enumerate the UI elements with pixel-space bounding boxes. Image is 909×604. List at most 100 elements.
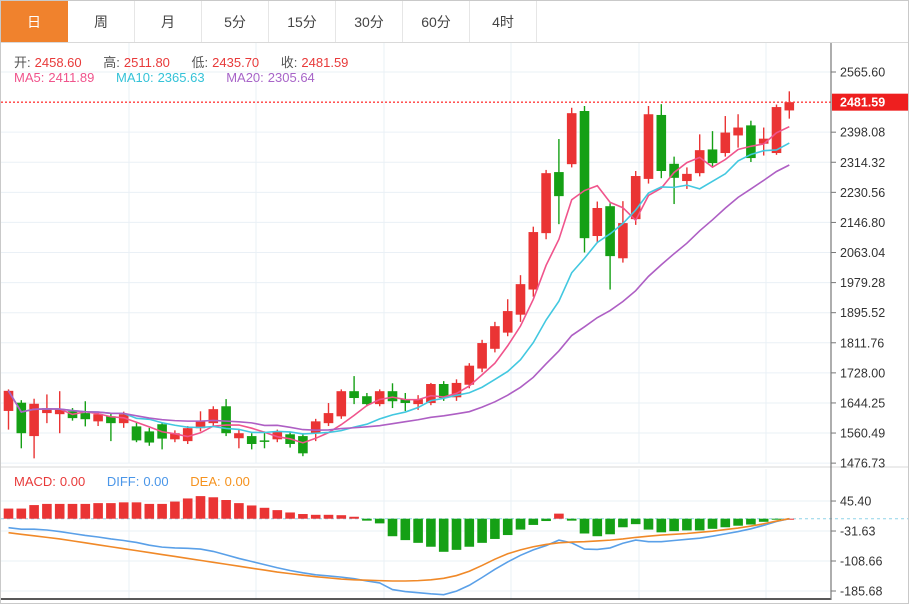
ma10-value: 2365.63 <box>158 70 205 85</box>
axis-tick-label: -31.63 <box>840 525 875 539</box>
candle <box>311 421 321 433</box>
candle <box>644 114 654 179</box>
macd-hist-bar <box>362 519 372 521</box>
axis-tick-label: 2314.32 <box>840 156 885 170</box>
candle <box>375 391 385 404</box>
macd-hist-bar <box>746 519 756 525</box>
candle <box>324 413 334 423</box>
open-value: 2458.60 <box>35 55 82 70</box>
candle <box>260 440 270 442</box>
dea-value: 0.00 <box>225 474 250 489</box>
tab-period-6[interactable]: 30分 <box>336 1 403 42</box>
candle <box>388 391 398 401</box>
macd-hist-bar <box>465 519 475 547</box>
macd-hist-bar <box>759 519 769 522</box>
macd-hist-bar <box>93 503 103 519</box>
candle <box>772 107 782 153</box>
candle <box>554 172 564 196</box>
macd-hist-bar <box>644 519 654 530</box>
candle <box>529 232 539 289</box>
candle <box>567 113 577 164</box>
tab-period-5[interactable]: 15分 <box>269 1 336 42</box>
macd-hist-bar <box>234 503 244 519</box>
macd-hist-bar <box>631 519 641 524</box>
macd-hist-bar <box>29 505 39 519</box>
ma5-line <box>9 127 790 443</box>
ma20-label: MA20: <box>226 70 264 85</box>
candle <box>183 428 193 441</box>
tab-period-3[interactable]: 月 <box>135 1 202 42</box>
close-value: 2481.59 <box>301 55 348 70</box>
ma10-label: MA10: <box>116 70 154 85</box>
macd-hist-bar <box>413 519 423 543</box>
open-label: 开: <box>14 55 31 70</box>
macd-hist-bar <box>157 504 167 519</box>
axis-tick-label: 2230.56 <box>840 186 885 200</box>
axis-tick-label: 2146.80 <box>840 216 885 230</box>
kline-chart-app: 日周月5分15分30分60分4时 开:2458.60 高:2511.80 低:2… <box>0 0 909 604</box>
candle <box>362 396 372 404</box>
diff-value: 0.00 <box>143 474 168 489</box>
tab-period-4[interactable]: 5分 <box>202 1 269 42</box>
macd-hist-bar <box>516 519 526 530</box>
close-label: 收: <box>281 55 298 70</box>
macd-hist-bar <box>439 519 449 552</box>
macd-hist-bar <box>324 515 334 519</box>
ohlc-bar: 开:2458.60 高:2511.80 低:2435.70 收:2481.59 <box>14 52 352 71</box>
candle <box>503 311 513 333</box>
candle <box>247 436 257 444</box>
macd-hist-bar <box>541 519 551 521</box>
high-label: 高: <box>103 55 120 70</box>
candle <box>785 102 795 110</box>
macd-hist-bar <box>490 519 500 539</box>
candle <box>477 343 487 369</box>
macd-hist-bar <box>580 519 590 534</box>
macd-hist-bar <box>311 515 321 519</box>
candle <box>516 284 526 315</box>
macd-hist-bar <box>721 519 731 528</box>
tab-period-7[interactable]: 60分 <box>403 1 470 42</box>
axis-tick-label: 2398.08 <box>840 126 885 140</box>
ma20-line <box>9 165 790 430</box>
tab-period-1[interactable]: 日 <box>1 1 68 42</box>
candle <box>682 174 692 181</box>
macd-hist-bar <box>273 510 283 519</box>
candle <box>490 326 500 349</box>
tab-period-8[interactable]: 4时 <box>470 1 537 42</box>
macd-hist-bar <box>529 519 539 525</box>
axis-tick-label: 1644.25 <box>840 396 885 410</box>
candle <box>337 391 347 416</box>
candle <box>618 223 628 258</box>
macd-hist-bar <box>209 497 219 518</box>
macd-hist-bar <box>247 505 257 518</box>
candle <box>721 133 731 153</box>
macd-hist-bar <box>375 519 385 524</box>
macd-label: MACD: <box>14 474 56 489</box>
candle <box>708 149 718 163</box>
macd-hist-bar <box>298 514 308 519</box>
macd-hist-bar <box>55 504 65 519</box>
axis-tick-label: 1476.73 <box>840 457 885 471</box>
macd-hist-bar <box>68 504 78 519</box>
macd-bar: MACD:0.00 DIFF:0.00 DEA:0.00 <box>14 474 254 489</box>
ma10-line <box>9 143 790 434</box>
tab-period-2[interactable]: 周 <box>68 1 135 42</box>
candle <box>657 115 667 171</box>
low-label: 低: <box>192 55 209 70</box>
macd-hist-bar <box>285 512 295 518</box>
dea-label: DEA: <box>190 474 220 489</box>
ma5-value: 2411.89 <box>48 70 94 85</box>
ma-bar: MA5: 2411.89 MA10: 2365.63 MA20: 2305.64 <box>14 70 319 85</box>
axis-tick-label: 1895.52 <box>840 306 885 320</box>
macd-hist-bar <box>452 519 462 550</box>
macd-hist-bar <box>388 519 398 537</box>
ma5-label: MA5: <box>14 70 44 85</box>
macd-hist-bar <box>426 519 436 547</box>
candle <box>4 391 14 411</box>
macd-hist-bar <box>196 496 206 519</box>
ma20-value: 2305.64 <box>268 70 315 85</box>
macd-hist-bar <box>695 519 705 531</box>
axis-tick-label: -185.68 <box>840 585 882 599</box>
candle <box>132 426 142 440</box>
macd-hist-bar <box>682 519 692 531</box>
